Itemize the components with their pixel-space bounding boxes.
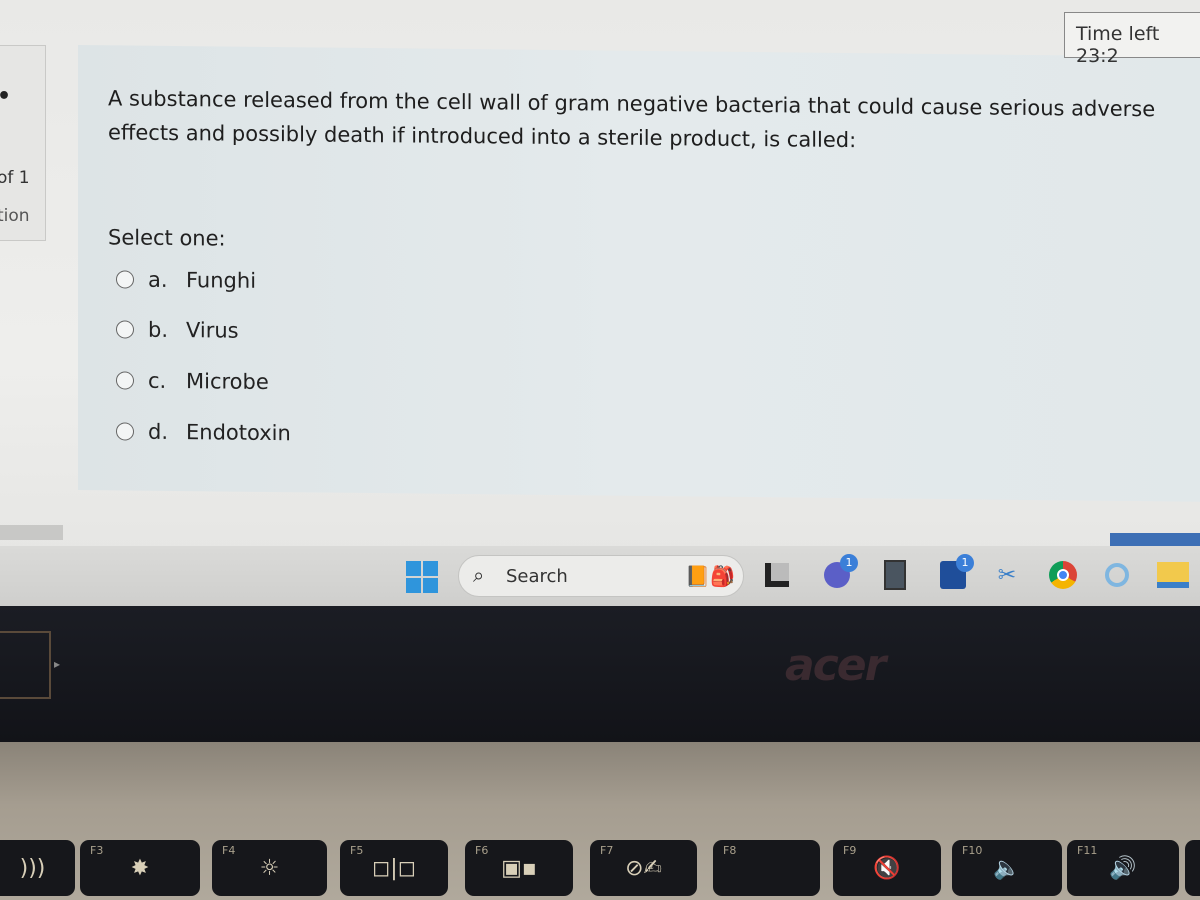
search-highlight-icon: 📙🎒 (685, 564, 735, 588)
laptop-bezel: ▸ acer (0, 606, 1200, 742)
display-switch-icon: ◻|◻ (372, 856, 416, 881)
snipping-tool-icon[interactable]: ✂ (990, 558, 1024, 592)
radio-button[interactable] (116, 422, 134, 441)
touchpad-toggle-icon: ⊘✍ (625, 856, 662, 881)
question-number: • (0, 84, 11, 109)
key-f12[interactable] (1185, 840, 1200, 896)
search-icon: ⌕ (473, 563, 485, 587)
select-one-label: Select one: (108, 225, 226, 251)
brightness-down-icon: ✸ (130, 856, 150, 881)
task-view-icon[interactable] (760, 558, 794, 592)
nav-link[interactable]: tion (0, 206, 30, 226)
volume-up-icon: 🔊 (1109, 856, 1137, 881)
option-a[interactable]: a. Funghi (116, 267, 256, 293)
wifi-icon: ))) (19, 856, 46, 881)
radio-button[interactable] (116, 320, 134, 339)
key-f8[interactable]: F8 (713, 840, 820, 896)
question-panel: A substance released from the cell wall … (78, 45, 1200, 502)
page-of-label: of 1 (0, 168, 30, 188)
mute-icon: 🔇 (873, 856, 901, 881)
brand-logo: acer (785, 640, 886, 691)
file-explorer-icon[interactable] (1156, 558, 1190, 592)
cortana-icon[interactable] (1100, 558, 1134, 592)
key-f9[interactable]: F9 🔇 (833, 840, 941, 896)
microsoft-store-icon[interactable]: 1 (936, 554, 974, 592)
brightness-up-icon: ☼ (259, 856, 280, 881)
key-f7[interactable]: F7 ⊘✍ (590, 840, 697, 896)
key-f3[interactable]: F3 ✸ (80, 840, 200, 896)
key-f2[interactable]: ))) (0, 840, 75, 896)
option-d[interactable]: d. Endotoxin (116, 419, 291, 445)
option-c[interactable]: c. Microbe (116, 368, 269, 394)
windows-start-icon[interactable] (406, 561, 438, 593)
key-f6[interactable]: F6 ▣▪ (465, 840, 573, 896)
teams-chat-icon[interactable]: 1 (820, 554, 858, 592)
taskbar: ⌕ Search 📙🎒 1 1 ✂ (0, 546, 1200, 606)
keyboard-deck: ))) F3 ✸ F4 ☼ F5 ◻|◻ F6 ▣▪ F7 ⊘✍ F8 F9 🔇 F10 🔈 … (0, 742, 1200, 900)
radio-button[interactable] (116, 270, 134, 289)
volume-down-icon: 🔈 (993, 856, 1021, 881)
radio-button[interactable] (116, 371, 134, 390)
key-f4[interactable]: F4 ☼ (212, 840, 327, 896)
taskbar-search[interactable]: ⌕ Search 📙🎒 (458, 555, 744, 597)
calculator-icon[interactable] (878, 558, 912, 592)
display-off-icon: ▣▪ (501, 856, 537, 881)
chrome-icon[interactable] (1046, 558, 1080, 592)
key-f11[interactable]: F11 🔊 (1067, 840, 1179, 896)
quiz-navigation-panel: • of 1 tion (0, 45, 46, 241)
key-f10[interactable]: F10 🔈 (952, 840, 1062, 896)
time-left: Time left 23:2 (1064, 12, 1200, 67)
screen: • of 1 tion A substance released from th… (0, 0, 1200, 606)
webcam-icon: ▸ (0, 631, 60, 699)
question-text: A substance released from the cell wall … (108, 86, 1156, 153)
scroll-bar[interactable] (0, 525, 63, 540)
next-button[interactable] (1110, 533, 1200, 547)
option-b[interactable]: b. Virus (116, 317, 239, 343)
key-f5[interactable]: F5 ◻|◻ (340, 840, 448, 896)
